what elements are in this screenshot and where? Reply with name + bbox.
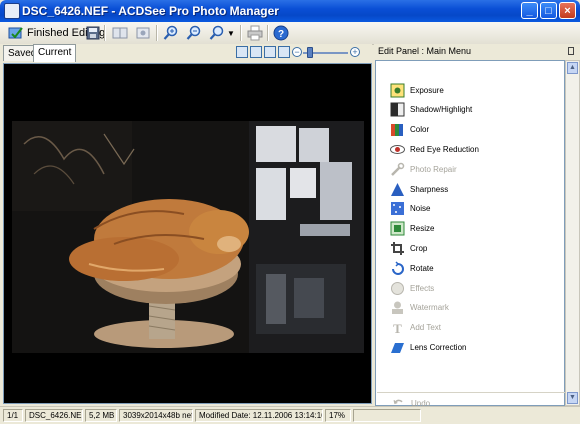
noise-icon (391, 202, 404, 216)
color-icon (391, 124, 403, 137)
status-index: 1/1 (3, 409, 23, 422)
edit-menu-item-resize[interactable]: Resize (390, 220, 434, 238)
status-filesize: 5,2 MB (85, 409, 117, 422)
zoom-plus-button[interactable]: + (350, 47, 360, 57)
resize-icon (390, 221, 405, 236)
edit-panel-title: Edit Panel : Main Menu (378, 46, 472, 56)
photo-repair-icon (391, 162, 405, 176)
edit-panel-scrollbar[interactable]: ▲ ▼ (565, 60, 580, 406)
edit-menu-item-watermark: Watermark (390, 299, 449, 317)
exposure-icon (390, 83, 405, 97)
edit-menu-item-label: Add Text (410, 323, 441, 333)
edit-menu-item-label: Effects (410, 283, 435, 293)
viewer-tabs: Saved Current − + (0, 44, 372, 63)
zoom-dropdown-icon (209, 25, 224, 40)
edit-menu-item-label: Watermark (410, 303, 449, 313)
edit-menu-item-lens-correction[interactable]: Lens Correction (390, 338, 466, 356)
red-eye-icon (390, 144, 405, 154)
edit-menu-item-label: Rotate (410, 263, 434, 273)
status-filename: DSC_6426.NEF (25, 409, 83, 422)
effects-icon (391, 281, 404, 295)
image-viewer[interactable] (3, 63, 372, 404)
edit-menu-item-photo-repair: Photo Repair (390, 160, 457, 178)
edit-menu-item-noise[interactable]: Noise (390, 200, 430, 218)
edit-menu-item-shadow-highlight[interactable]: Shadow/Highlight (390, 101, 472, 119)
undo-area: Undo (377, 392, 565, 408)
edit-menu-item-label: Exposure (410, 85, 444, 95)
status-bar: 1/1 DSC_6426.NEF 5,2 MB 3039x2014x48b ne… (0, 406, 580, 424)
edit-menu-item-label: Noise (410, 204, 431, 214)
app-icon (4, 3, 20, 19)
save-icon (86, 26, 100, 40)
zoom-out-icon (186, 25, 201, 40)
edit-menu-item-sharpness[interactable]: Sharpness (390, 180, 448, 198)
title-bar: DSC_6426.NEF - ACDSee Pro Photo Manager … (0, 0, 580, 22)
photo-image (4, 64, 371, 403)
sharpness-icon (391, 182, 404, 196)
print-button[interactable] (247, 24, 263, 42)
edit-menu-item-label: Color (410, 125, 430, 135)
window-title: DSC_6426.NEF - ACDSee Pro Photo Manager (22, 4, 279, 18)
help-icon: ? (273, 25, 289, 41)
maximize-button[interactable]: □ (540, 2, 557, 19)
status-zoom: 17% (325, 409, 351, 422)
status-extra (353, 409, 421, 422)
actual-size-button[interactable] (250, 46, 262, 58)
tab-current[interactable]: Current (33, 44, 77, 62)
zoom-out-button[interactable] (186, 24, 202, 42)
print-icon (247, 25, 263, 41)
histogram-view-button[interactable] (236, 46, 248, 58)
compare-button[interactable] (112, 24, 128, 42)
status-modified-date: Modified Date: 12.11.2006 13:14:16 (195, 409, 323, 422)
edit-menu-item-color[interactable]: Color (390, 121, 429, 139)
edit-menu-item-add-text: T Add Text (390, 319, 441, 337)
minimize-button[interactable]: _ (521, 2, 538, 19)
finished-editing-icon (8, 27, 23, 39)
edit-menu-item-red-eye-reduction[interactable]: Red Eye Reduction (390, 140, 479, 158)
crop-icon (391, 241, 404, 255)
status-dimensions: 3039x2014x48b nef (119, 409, 193, 422)
view-button[interactable] (135, 24, 151, 42)
view-icon (136, 27, 150, 39)
watermark-icon (392, 301, 403, 315)
scroll-down-arrow[interactable]: ▼ (567, 392, 578, 404)
edit-panel: Edit Panel : Main Menu Exposure Shadow/Hi… (374, 44, 580, 408)
edit-menu-item-label: Lens Correction (410, 342, 467, 352)
add-text-icon: T (393, 321, 402, 335)
edit-menu-item-effects: Effects (390, 279, 434, 297)
edit-menu-item-label: Sharpness (410, 184, 449, 194)
edit-menu-item-crop[interactable]: Crop (390, 239, 427, 257)
help-button[interactable]: ? (273, 24, 289, 42)
zoom-minus-button[interactable]: − (292, 47, 302, 57)
edit-menu-item-label: Crop (410, 243, 428, 253)
chevron-down-icon: ▼ (227, 28, 235, 38)
edit-menu-item-label: Resize (410, 224, 435, 234)
edit-menu-item-label: Red Eye Reduction (410, 144, 479, 154)
main-toolbar: Finished Editing ▼ ? (0, 22, 580, 45)
fit-image-button[interactable] (264, 46, 276, 58)
close-button[interactable]: × (559, 2, 576, 19)
rotate-icon (392, 261, 404, 275)
navigator-button[interactable] (278, 46, 290, 58)
svg-text:?: ? (278, 29, 284, 40)
edit-menu-item-exposure[interactable]: Exposure (390, 81, 444, 99)
edit-menu-item-label: Photo Repair (410, 164, 457, 174)
zoom-in-icon (163, 25, 178, 40)
lens-correction-icon (391, 342, 404, 353)
zoom-slider-thumb[interactable] (307, 47, 313, 58)
compare-icon (112, 27, 128, 39)
zoom-dropdown-button[interactable]: ▼ (209, 24, 235, 42)
edit-panel-header: Edit Panel : Main Menu (374, 44, 580, 58)
save-button[interactable] (85, 24, 101, 42)
edit-menu-list: Exposure Shadow/Highlight Color Red Eye Red… (375, 60, 565, 408)
shadow-highlight-icon (390, 102, 405, 117)
scroll-up-arrow[interactable]: ▲ (567, 62, 578, 74)
svg-text:T: T (393, 321, 402, 335)
edit-menu-item-rotate[interactable]: Rotate (390, 259, 434, 277)
zoom-in-button[interactable] (163, 24, 179, 42)
edit-menu-item-label: Shadow/Highlight (410, 105, 473, 115)
pin-icon[interactable] (568, 47, 574, 55)
